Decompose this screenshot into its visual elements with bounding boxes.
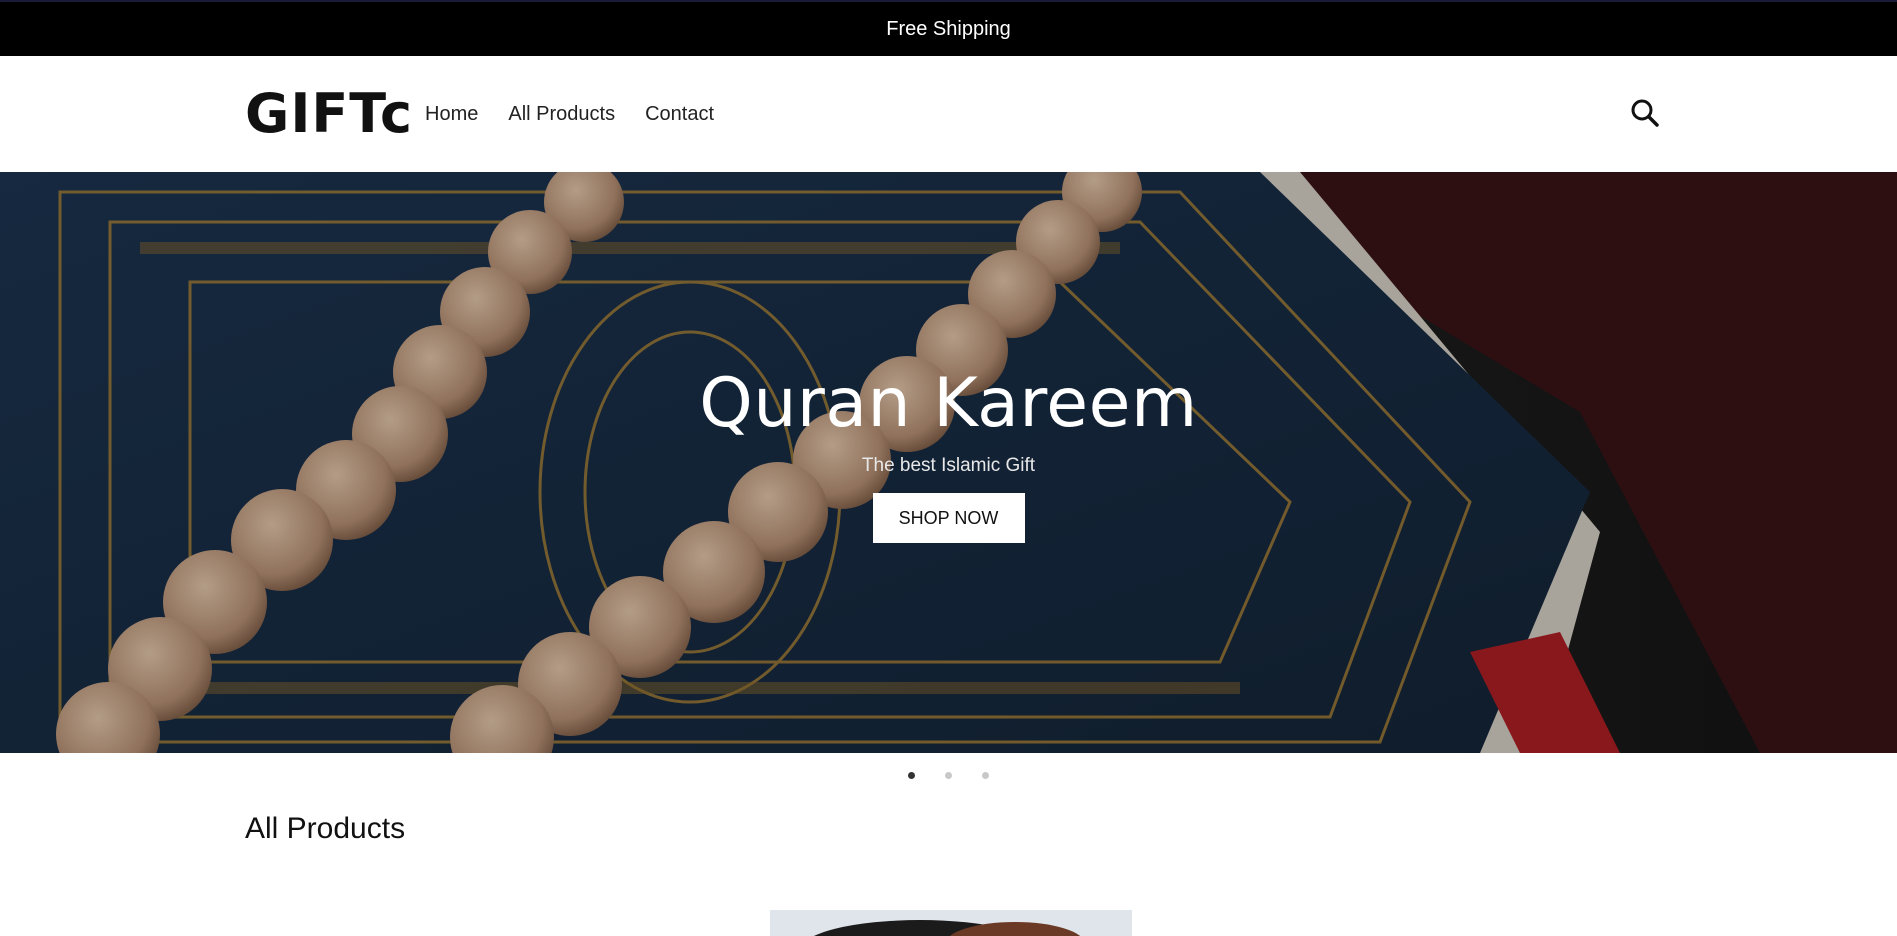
main-nav: Home All Products Contact	[425, 103, 714, 126]
shop-now-button[interactable]: SHOP NOW	[872, 493, 1025, 543]
carousel-dot-2[interactable]	[945, 772, 952, 779]
section-title: All Products	[245, 812, 406, 845]
carousel-dots	[0, 772, 1897, 779]
product-image[interactable]	[770, 910, 1132, 936]
announcement-text: Free Shipping	[886, 17, 1011, 40]
nav-home[interactable]: Home	[425, 103, 478, 126]
hero-subtitle: The best Islamic Gift	[861, 455, 1036, 476]
hero-banner: Quran Kareem The best Islamic Gift SHOP …	[0, 172, 1897, 753]
nav-contact[interactable]: Contact	[645, 103, 714, 126]
logo[interactable]: GIFTc	[245, 82, 413, 145]
hero-content: Quran Kareem The best Islamic Gift SHOP …	[0, 172, 1897, 753]
hero-title: Quran Kareem	[699, 364, 1198, 443]
site-header: GIFTc Home All Products Contact	[0, 56, 1897, 172]
carousel-dot-3[interactable]	[982, 772, 989, 779]
nav-all-products[interactable]: All Products	[508, 103, 615, 126]
announcement-bar: Free Shipping	[0, 0, 1897, 56]
carousel-dot-1[interactable]	[908, 772, 915, 779]
search-icon[interactable]	[1628, 96, 1662, 130]
